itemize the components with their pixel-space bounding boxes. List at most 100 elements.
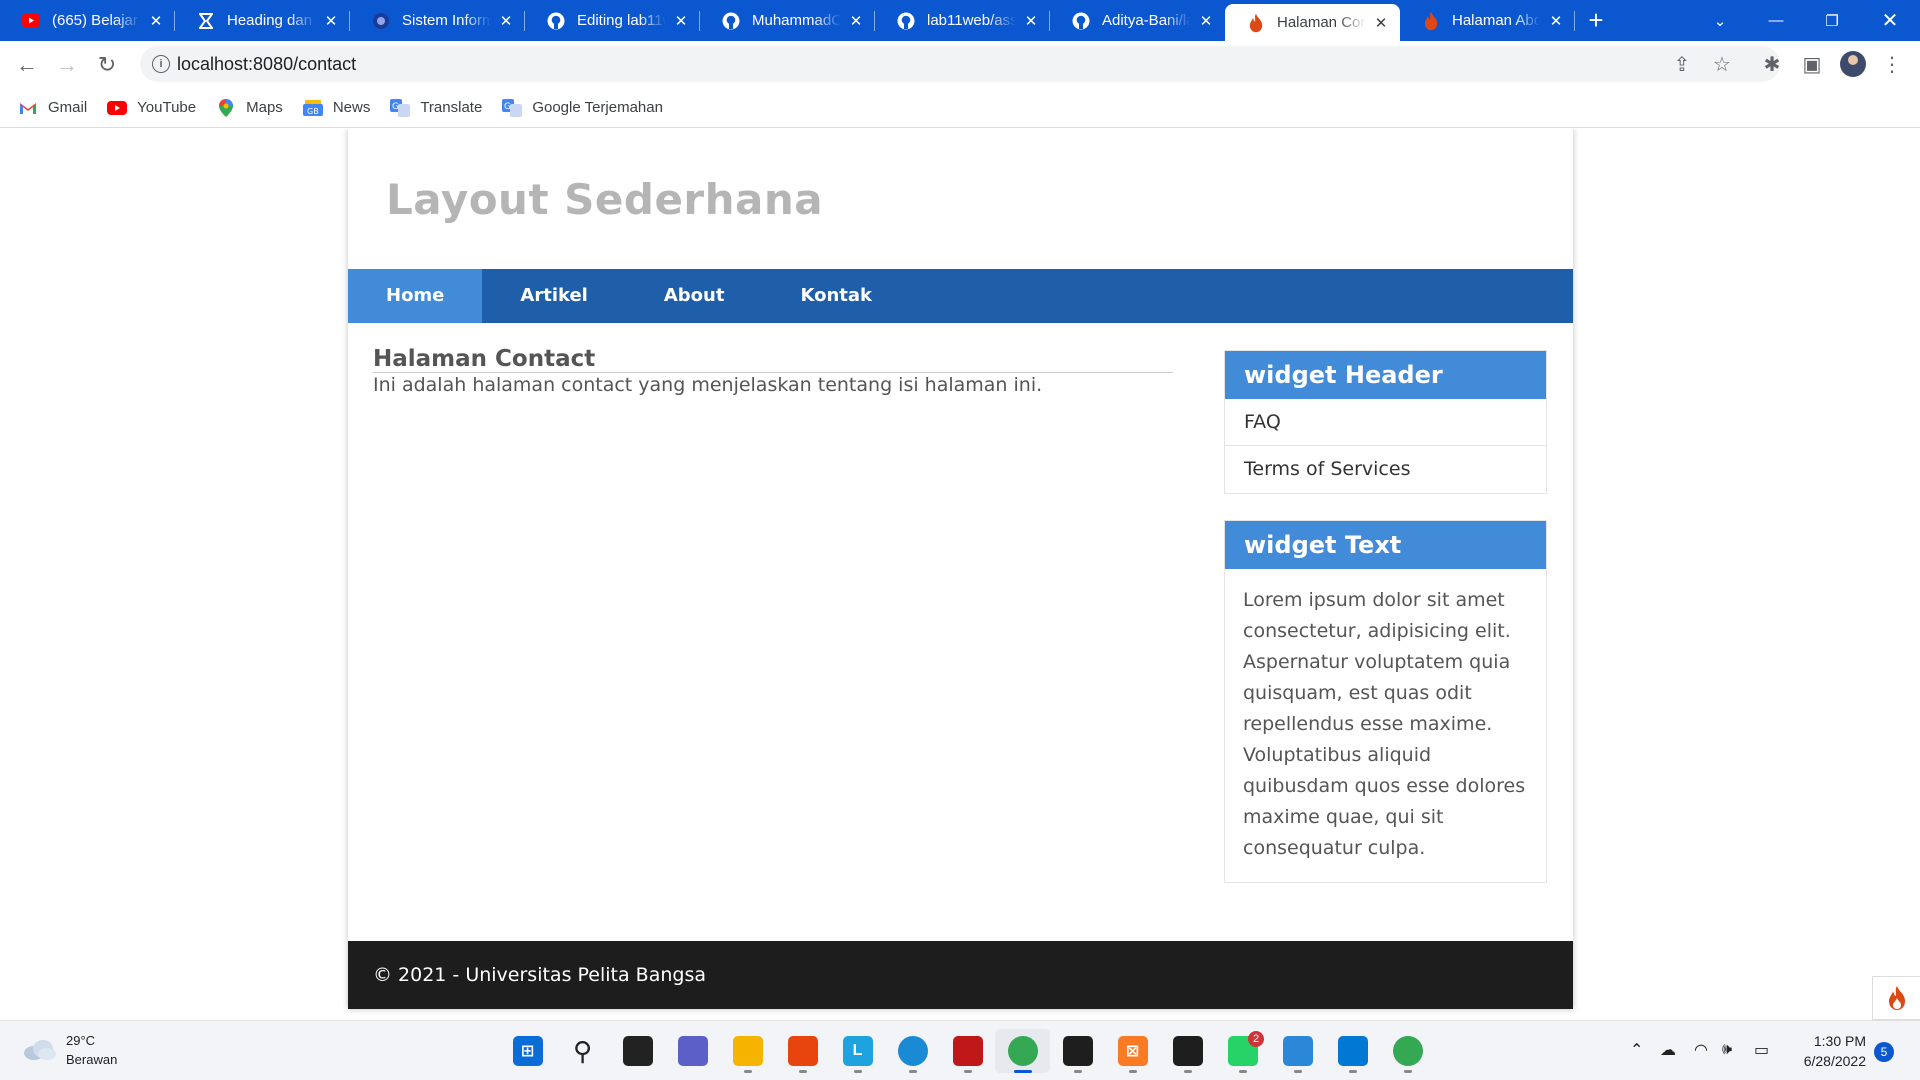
taskbar-app[interactable] xyxy=(720,1029,775,1073)
browser-tab[interactable]: MuhammadCh ✕ xyxy=(700,0,875,41)
svg-text:GB: GB xyxy=(307,107,319,116)
taskbar-app[interactable] xyxy=(995,1029,1050,1073)
bookmark-star-icon[interactable]: ☆ xyxy=(1710,52,1734,76)
taskbar-app[interactable] xyxy=(775,1029,830,1073)
widget-header-list: FAQ Terms of Services xyxy=(1225,399,1546,493)
youtube-icon xyxy=(22,12,40,30)
tray-overflow-chevron-icon[interactable]: ⌃ xyxy=(1630,1035,1643,1065)
system-clock[interactable]: 1:30 PM 6/28/2022 xyxy=(1796,1031,1866,1071)
tab-close-icon[interactable]: ✕ xyxy=(847,12,865,30)
browser-tab[interactable]: Sistem Inform ✕ xyxy=(350,0,525,41)
terminal-icon xyxy=(1172,1036,1203,1066)
gmail-icon xyxy=(18,100,38,116)
menu-kebab-icon[interactable]: ⋮ xyxy=(1880,52,1904,76)
tab-close-icon[interactable]: ✕ xyxy=(1197,12,1215,30)
taskbar-app[interactable] xyxy=(665,1029,720,1073)
tab-close-icon[interactable]: ✕ xyxy=(1022,12,1040,30)
bookmark-label: Maps xyxy=(246,99,283,116)
nav-link-kontak[interactable]: Kontak xyxy=(762,269,910,323)
extensions-icon[interactable]: ✱ xyxy=(1760,52,1784,76)
hourglass-icon xyxy=(197,12,215,30)
bookmark-item[interactable]: Maps xyxy=(216,98,283,117)
widget-link-faq[interactable]: FAQ xyxy=(1225,399,1546,446)
taskbar-app[interactable] xyxy=(940,1029,995,1073)
browser-tab[interactable]: lab11web/asse ✕ xyxy=(875,0,1050,41)
bookmark-item[interactable]: Gmail xyxy=(18,99,87,116)
widget-header-title: widget Header xyxy=(1225,351,1546,399)
taskbar-app[interactable] xyxy=(610,1029,665,1073)
bookmark-label: Gmail xyxy=(48,99,88,116)
bookmark-item[interactable]: YouTube xyxy=(107,99,196,116)
tab-title: MuhammadCh xyxy=(752,12,841,29)
notification-badge[interactable]: 5 xyxy=(1874,1042,1894,1062)
debug-toolbar-flame-icon[interactable] xyxy=(1872,976,1920,1020)
site-info-icon[interactable]: i xyxy=(152,55,170,73)
bookmark-item[interactable]: GB News xyxy=(302,99,370,116)
nav-link-home[interactable]: Home xyxy=(348,269,483,323)
browser-tab[interactable]: Aditya-Bani/la ✕ xyxy=(1050,0,1225,41)
volume-icon[interactable]: 🕪 xyxy=(1722,1035,1732,1065)
taskbar-app[interactable] xyxy=(1050,1029,1105,1073)
restore-button[interactable]: ❐ xyxy=(1804,0,1860,41)
widget-text-body: Lorem ipsum dolor sit amet consectetur, … xyxy=(1243,589,1526,859)
tab-close-icon[interactable]: ✕ xyxy=(322,12,340,30)
nav-link-about[interactable]: About xyxy=(626,269,763,323)
running-indicator xyxy=(853,1070,862,1073)
profile-avatar[interactable] xyxy=(1840,51,1866,77)
tab-title: Halaman Cont xyxy=(1277,14,1366,31)
edge-icon xyxy=(897,1036,928,1066)
taskbar-app[interactable]: ⊞ xyxy=(500,1029,555,1073)
taskbar-app[interactable] xyxy=(1270,1029,1325,1073)
site-title: Layout Sederhana xyxy=(386,175,824,224)
side-panel-icon[interactable]: ▣ xyxy=(1800,52,1824,76)
taskbar-app[interactable]: ⚲ xyxy=(555,1029,610,1073)
taskbar-app[interactable] xyxy=(1325,1029,1380,1073)
sidebar: widget Header FAQ Terms of Services widg… xyxy=(1224,350,1547,909)
tab-close-icon[interactable]: ✕ xyxy=(672,12,690,30)
github-icon xyxy=(547,12,565,30)
wifi-icon[interactable]: ◠ xyxy=(1694,1035,1708,1065)
nav-link-artikel[interactable]: Artikel xyxy=(482,269,625,323)
notepad-icon xyxy=(1282,1036,1313,1066)
vscode-icon xyxy=(1337,1036,1368,1066)
back-button[interactable]: ← xyxy=(11,49,43,81)
bookmark-item[interactable]: G Translate xyxy=(390,98,482,117)
battery-icon[interactable]: ▭ xyxy=(1754,1035,1769,1065)
tab-close-icon[interactable]: ✕ xyxy=(497,12,515,30)
minimize-button[interactable]: — xyxy=(1748,0,1804,41)
onedrive-cloud-icon[interactable]: ☁ xyxy=(1660,1035,1676,1065)
running-indicator xyxy=(1238,1070,1247,1073)
browser-tab[interactable]: Heading dan p ✕ xyxy=(175,0,350,41)
taskbar-app[interactable] xyxy=(1160,1029,1215,1073)
browser-tab[interactable]: Editing lab11w ✕ xyxy=(525,0,700,41)
browser-tab[interactable]: Halaman Cont ✕ xyxy=(1225,4,1400,41)
codeigniter-icon xyxy=(1422,11,1440,30)
share-icon[interactable]: ⇪ xyxy=(1670,52,1694,76)
browser-tab[interactable]: Halaman Abo ✕ xyxy=(1400,0,1575,41)
tab-title: Halaman Abo xyxy=(1452,12,1541,29)
taskbar-app[interactable] xyxy=(885,1029,940,1073)
tab-title: Editing lab11w xyxy=(577,12,666,29)
browser-tab[interactable]: (665) Belajar D ✕ xyxy=(0,0,175,41)
running-indicator xyxy=(1348,1070,1357,1073)
tab-close-icon[interactable]: ✕ xyxy=(147,12,165,30)
tab-title: Aditya-Bani/la xyxy=(1102,12,1191,29)
new-tab-button[interactable]: + xyxy=(1575,0,1617,41)
bookmark-item[interactable]: G Google Terjemahan xyxy=(502,98,663,117)
weather-widget[interactable]: 29°C Berawan xyxy=(22,1031,117,1069)
chrome-profile-icon xyxy=(1392,1036,1423,1066)
widget-link-terms[interactable]: Terms of Services xyxy=(1225,446,1546,493)
taskbar-app[interactable]: 2 xyxy=(1215,1029,1270,1073)
tab-close-icon[interactable]: ✕ xyxy=(1372,14,1390,32)
tab-close-icon[interactable]: ✕ xyxy=(1547,12,1565,30)
forward-button[interactable]: → xyxy=(51,49,83,81)
close-window-button[interactable]: ✕ xyxy=(1862,0,1918,41)
tab-search-icon[interactable]: ⌄ xyxy=(1692,0,1748,41)
address-bar[interactable]: i localhost:8080/contact ⇪ ☆ xyxy=(140,46,1780,82)
url-text[interactable]: localhost:8080/contact xyxy=(177,54,356,75)
tab-title: (665) Belajar D xyxy=(52,12,141,29)
reload-button[interactable]: ↻ xyxy=(91,49,123,81)
taskbar-app[interactable]: L xyxy=(830,1029,885,1073)
taskbar-app[interactable]: ⊠ xyxy=(1105,1029,1160,1073)
taskbar-app[interactable] xyxy=(1380,1029,1435,1073)
